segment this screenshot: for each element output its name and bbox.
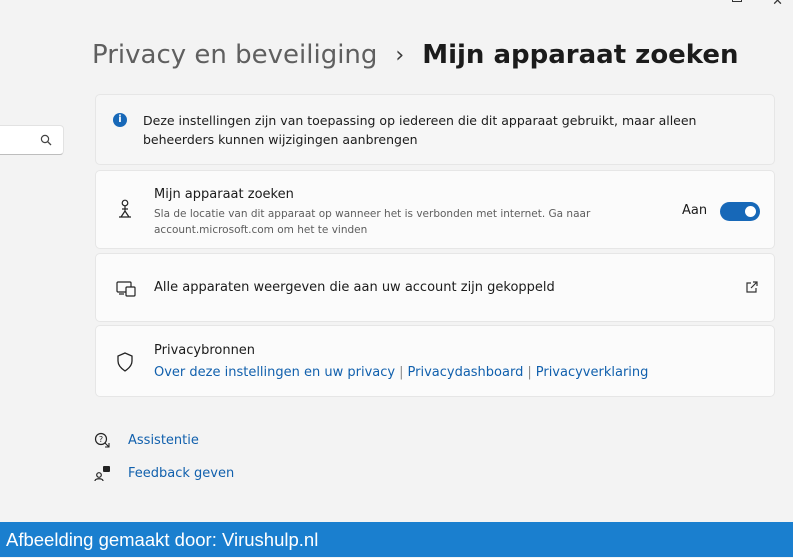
toggle-knob (745, 206, 756, 217)
breadcrumb: Privacy en beveiliging › Mijn apparaat z… (92, 40, 739, 70)
privacy-resources-title: Privacybronnen (154, 343, 256, 358)
assist-label: Assistentie (128, 433, 199, 448)
privacy-statement-link[interactable]: Privacyverklaring (536, 365, 649, 380)
info-text: Deze instellingen zijn van toepassing op… (143, 113, 697, 147)
link-separator: | (399, 365, 404, 380)
info-card: i Deze instellingen zijn van toepassing … (95, 94, 775, 165)
search-box[interactable] (0, 125, 64, 155)
privacy-dashboard-link[interactable]: Privacydashboard (408, 365, 524, 380)
search-icon[interactable] (40, 134, 52, 146)
external-link-icon (746, 281, 758, 293)
find-device-title: Mijn apparaat zoeken (154, 187, 294, 202)
breadcrumb-parent[interactable]: Privacy en beveiliging (92, 40, 377, 70)
breadcrumb-separator: › (395, 42, 405, 68)
find-device-card: Mijn apparaat zoeken Sla de locatie van … (95, 170, 775, 249)
person-location-icon (119, 199, 131, 218)
privacy-resources-card: Privacybronnen Over deze instellingen en… (95, 325, 775, 397)
devices-icon (116, 281, 136, 297)
help-chat-icon: ? (94, 432, 110, 448)
window-controls: ✕ (732, 0, 783, 9)
link-separator: | (527, 365, 532, 380)
feedback-label: Feedback geven (128, 466, 235, 481)
find-device-toggle[interactable] (720, 202, 760, 221)
feedback-link[interactable]: Feedback geven (94, 465, 234, 482)
info-icon: i (113, 113, 127, 127)
privacy-settings-link[interactable]: Over deze instellingen en uw privacy (154, 365, 395, 380)
find-device-description: Sla de locatie van dit apparaat op wanne… (154, 208, 591, 236)
shield-icon (117, 352, 133, 372)
svg-text:?: ? (99, 435, 103, 444)
assist-link[interactable]: ? Assistentie (94, 432, 199, 449)
all-devices-label: Alle apparaten weergeven die aan uw acco… (154, 280, 555, 295)
toggle-state-label: Aan (682, 203, 708, 218)
feedback-icon (94, 466, 110, 482)
privacy-links: Over deze instellingen en uw privacy | Pri… (154, 365, 648, 380)
watermark-banner: Afbeelding gemaakt door: Virushulp.nl (0, 522, 793, 557)
maximize-icon[interactable] (732, 0, 743, 2)
all-devices-card[interactable]: Alle apparaten weergeven die aan uw acco… (95, 253, 775, 322)
page-title: Mijn apparaat zoeken (422, 40, 739, 70)
close-icon[interactable]: ✕ (772, 0, 783, 9)
